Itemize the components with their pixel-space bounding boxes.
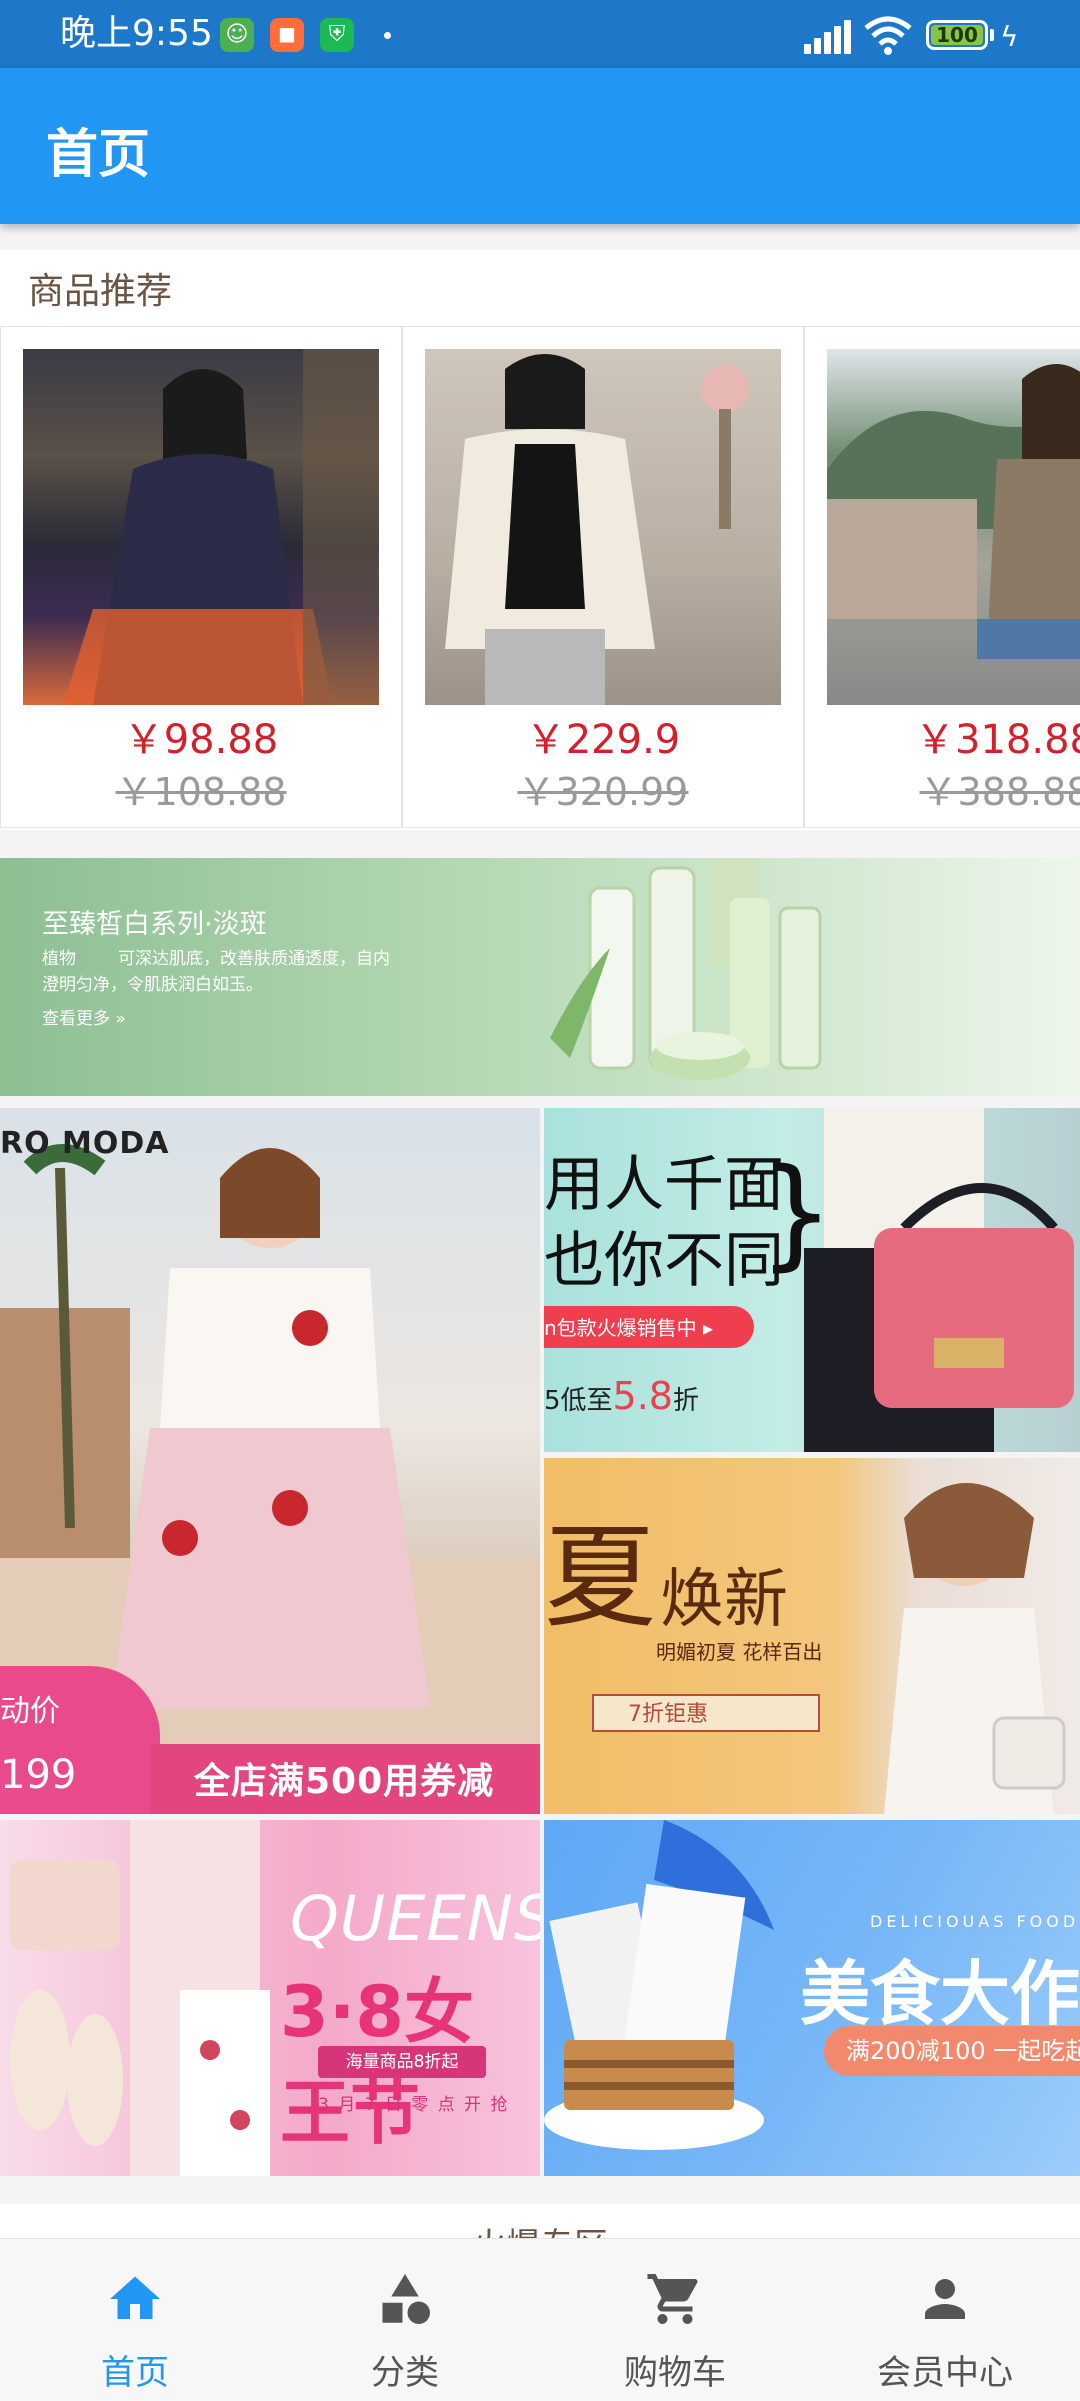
model-image: [884, 1483, 1066, 1814]
banner-desc-part2: 可深达肌底，改善肤质通透度，自内澄明匀净，令肌肤润白如玉。: [42, 949, 390, 995]
product-card[interactable]: ￥229.9 ￥320.99: [402, 326, 804, 828]
products-image: [10, 1820, 270, 2176]
tile-big-char: 夏: [544, 1513, 656, 1643]
tile-headline-2: 也你不同: [544, 1226, 784, 1296]
banner-desc-part1: 植物: [42, 949, 76, 969]
banner-description: 植物 可深达肌底，改善肤质通透度，自内澄明匀净，令肌肤润白如玉。: [42, 946, 402, 998]
status-bar: 晚上9:55 ☺ ◼ ⛨ 100 ϟ: [0, 0, 1080, 68]
product-old-price: ￥388.88: [919, 770, 1080, 814]
signal-icon: [804, 20, 854, 54]
battery-level: 100: [931, 25, 983, 45]
nav-member[interactable]: 会员中心: [810, 2239, 1080, 2401]
discount-value: 5.8: [612, 1374, 673, 1418]
battery-icon: 100: [926, 20, 988, 50]
product-price: ￥229.9: [525, 717, 681, 763]
tile-headline: QUEENS'DAY: [290, 1882, 540, 1955]
product-price: ￥98.88: [123, 717, 279, 763]
product-image: [425, 349, 781, 705]
nav-label: 购物车: [624, 2353, 726, 2393]
product-image: [827, 349, 1080, 705]
tile-small-title: DELICIOUAS FOOD: [870, 1912, 1080, 1931]
banner-title: 至臻皙白系列·淡斑: [42, 909, 267, 940]
discount-button[interactable]: 7折钜惠: [592, 1694, 820, 1732]
promo-tile-summer[interactable]: 夏 焕新 明媚初夏 花样百出 7折钜惠: [544, 1458, 1080, 1814]
product-card[interactable]: ￥98.88 ￥108.88: [0, 326, 402, 828]
status-time: 晚上9:55: [60, 13, 213, 54]
tile-headline-1: 用人千面: [544, 1150, 784, 1220]
promo-tile-moda[interactable]: RO MODA 动价 199 全店满500用券减: [0, 1108, 540, 1814]
nav-category[interactable]: 分类: [270, 2239, 540, 2401]
promo-pill: 满200减100 一起吃起: [824, 2026, 1080, 2076]
tile-slogan: 明媚初夏 花样百出: [656, 1640, 823, 1664]
promo-pill: 海量商品8折起: [318, 2046, 486, 2078]
cart-icon: [647, 2274, 698, 2324]
bottom-navigation: 首页 分类 购物车 会员中心: [0, 2238, 1080, 2401]
cosmetics-image: [550, 858, 822, 1080]
nav-label: 分类: [371, 2353, 439, 2393]
skincare-banner[interactable]: 至臻皙白系列·淡斑 植物 可深达肌底，改善肤质通透度，自内澄明匀净，令肌肤润白如玉…: [0, 858, 1080, 1096]
shield-icon: ⛨: [320, 18, 354, 52]
tile-headline: 焕新: [660, 1563, 788, 1637]
discount-suffix: 折: [672, 1386, 699, 1416]
ribbon-text: n包款火爆销售中 ▸: [544, 1316, 714, 1340]
badge-price: 199: [0, 1752, 77, 1798]
promo-tile-food[interactable]: DELICIOUAS FOOD 美食大作 满200减100 一起吃起: [544, 1820, 1080, 2176]
discount-text: 5低至5.8折: [544, 1374, 699, 1418]
snacks-image: [544, 1820, 774, 2150]
battery-tip: [990, 29, 994, 41]
android-icon: ☺: [220, 18, 254, 52]
nav-cart[interactable]: 购物车: [540, 2239, 810, 2401]
promo-tile-bags[interactable]: 用人千面 也你不同 } n包款火爆销售中 ▸ 5低至5.8折: [544, 1108, 1080, 1452]
promo-date: 3 月 7 日 零 点 开 抢: [318, 2095, 510, 2115]
product-carousel[interactable]: ￥98.88 ￥108.88 ￥229.9 ￥320.99 ￥318.88 ￥3…: [0, 326, 1080, 830]
banner-more-link[interactable]: 查看更多 »: [42, 1004, 126, 1029]
brand-logo: RO MODA: [0, 1126, 170, 1161]
notification-dot: [384, 32, 391, 39]
product-price: ￥318.88: [915, 717, 1080, 763]
app-bar: 首页: [0, 68, 1080, 224]
product-image: [23, 349, 379, 705]
promo-text: 全店满500用券减: [194, 1761, 495, 1802]
nav-label: 首页: [101, 2353, 169, 2393]
brace-decoration: }: [758, 1144, 835, 1283]
recommend-title: 商品推荐: [28, 271, 173, 312]
badge-label: 动价: [0, 1694, 60, 1729]
charging-icon: ϟ: [1000, 20, 1019, 53]
app-icon: ◼: [270, 18, 304, 52]
product-old-price: ￥108.88: [115, 770, 287, 814]
discount-prefix: 5低至: [544, 1386, 613, 1416]
tile-headline: 美食大作: [800, 1953, 1080, 2035]
nav-home[interactable]: 首页: [0, 2239, 270, 2401]
product-old-price: ￥320.99: [517, 770, 689, 814]
product-card[interactable]: ￥318.88 ￥388.88: [804, 326, 1080, 828]
nav-label: 会员中心: [877, 2353, 1013, 2393]
wifi-icon: [864, 16, 912, 55]
page-title: 首页: [46, 125, 151, 185]
promo-tile-queensday[interactable]: QUEENS'DAY 3·8女王节 海量商品8折起 3 月 7 日 零 点 开 …: [0, 1820, 540, 2176]
recommend-header: 商品推荐: [0, 250, 1080, 327]
home-icon: [110, 2276, 160, 2319]
category-icon: [382, 2274, 430, 2324]
person-icon: [925, 2279, 965, 2319]
